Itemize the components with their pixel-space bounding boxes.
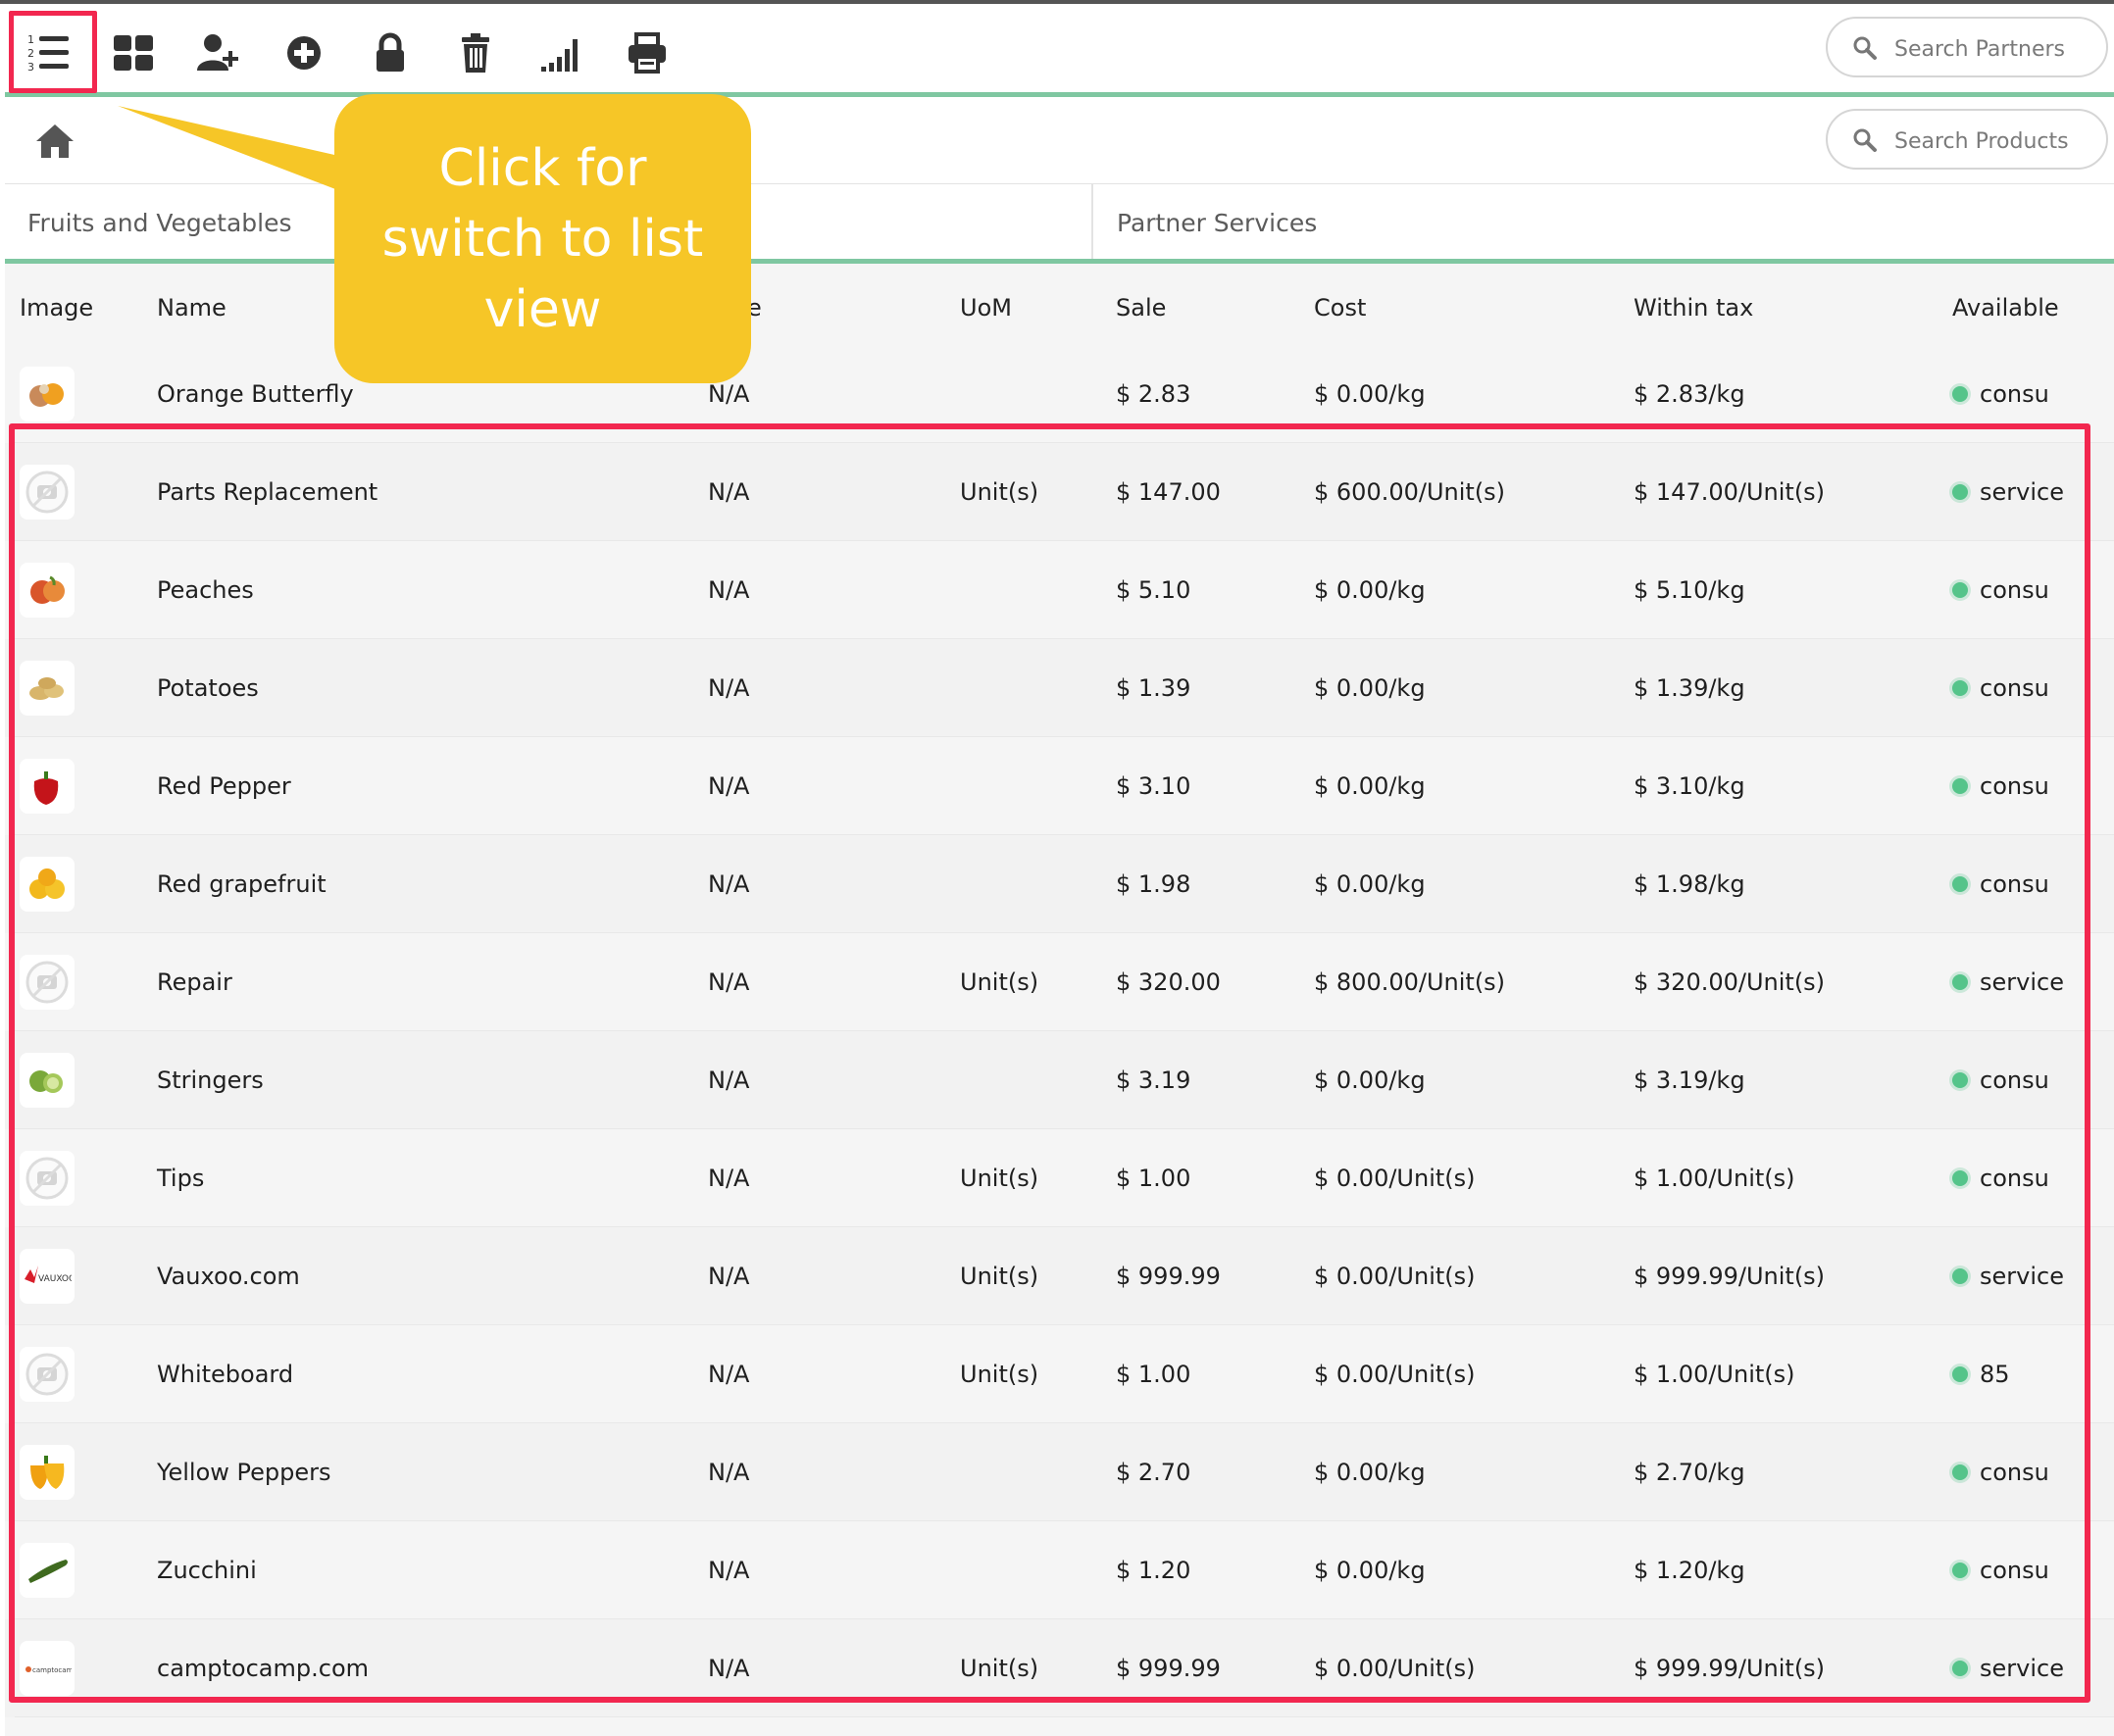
add-circle-icon	[287, 36, 321, 70]
list-rows-highlight	[9, 423, 2090, 1703]
tooltip-callout: Click for switch to list view	[334, 94, 751, 383]
row-separator	[15, 1716, 2114, 1717]
header-image: Image	[20, 294, 94, 322]
header-available: Available	[1952, 294, 2059, 322]
add-order-button[interactable]	[275, 24, 333, 82]
product-image	[20, 367, 75, 422]
category-divider	[1091, 184, 1093, 261]
table-header: Image Name e UoM Sale Cost Within tax Av…	[5, 278, 2114, 339]
category-partner-services[interactable]: Partner Services	[1117, 184, 1317, 261]
search-products-box[interactable]	[1826, 109, 2108, 170]
grid-view-button[interactable]	[104, 24, 163, 82]
pos-product-list-page: 1 2 3 Search Partners Search Products Fr…	[0, 0, 2114, 1736]
home-icon[interactable]	[34, 123, 76, 160]
category-fruits-and-vegetables[interactable]: Fruits and Vegetables	[27, 184, 292, 261]
available-label: consu	[1980, 380, 2049, 408]
status-dot-icon	[1952, 386, 1968, 402]
add-customer-button[interactable]	[189, 24, 248, 82]
category-bar: Fruits and Vegetables Partner Services	[5, 184, 2114, 261]
search-products-input[interactable]	[1892, 121, 2102, 162]
header-cost: Cost	[1314, 294, 1367, 322]
search-icon	[1853, 128, 1877, 152]
grid-view-icon	[114, 35, 153, 71]
signal-icon	[541, 39, 578, 72]
callout-pointer	[118, 106, 343, 192]
header-name: Name	[157, 294, 226, 322]
add-user-icon	[197, 34, 238, 71]
header-sale: Sale	[1116, 294, 1167, 322]
connection-status-button[interactable]	[532, 24, 591, 82]
print-button[interactable]	[618, 24, 677, 82]
lock-icon	[377, 32, 404, 72]
delete-button[interactable]	[446, 24, 505, 82]
list-view-highlight	[9, 11, 97, 93]
search-partners-box[interactable]	[1826, 17, 2108, 77]
trash-icon	[462, 33, 489, 73]
header-within-tax: Within tax	[1634, 294, 1754, 322]
lock-button[interactable]	[361, 24, 420, 82]
header-uom: UoM	[960, 294, 1012, 322]
product-thumbnail-icon	[29, 383, 64, 407]
search-partners-input[interactable]	[1892, 28, 2102, 70]
search-icon	[1853, 36, 1877, 60]
toolbar: 1 2 3	[0, 4, 2114, 92]
printer-icon	[629, 32, 666, 74]
